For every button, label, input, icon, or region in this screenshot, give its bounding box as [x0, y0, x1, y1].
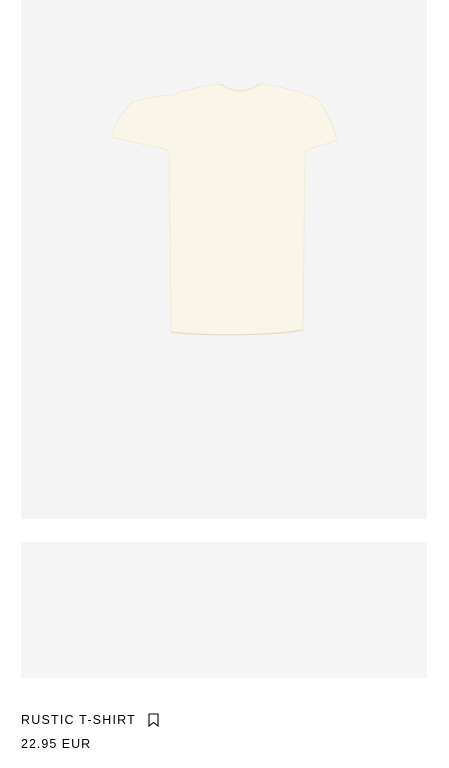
- product-name-row: RUSTIC T-SHIRT: [21, 711, 427, 729]
- product-price: 22.95 EUR: [21, 737, 92, 751]
- product-info: RUSTIC T-SHIRT 22.95 EUR: [21, 711, 427, 751]
- product-name[interactable]: RUSTIC T-SHIRT: [21, 713, 136, 727]
- product-card: RUSTIC T-SHIRT 22.95 EUR: [0, 0, 449, 768]
- secondary-image-placeholder[interactable]: [21, 542, 427, 678]
- bookmark-icon[interactable]: [148, 713, 159, 727]
- product-image[interactable]: [21, 0, 427, 519]
- t-shirt-photo: [110, 83, 338, 336]
